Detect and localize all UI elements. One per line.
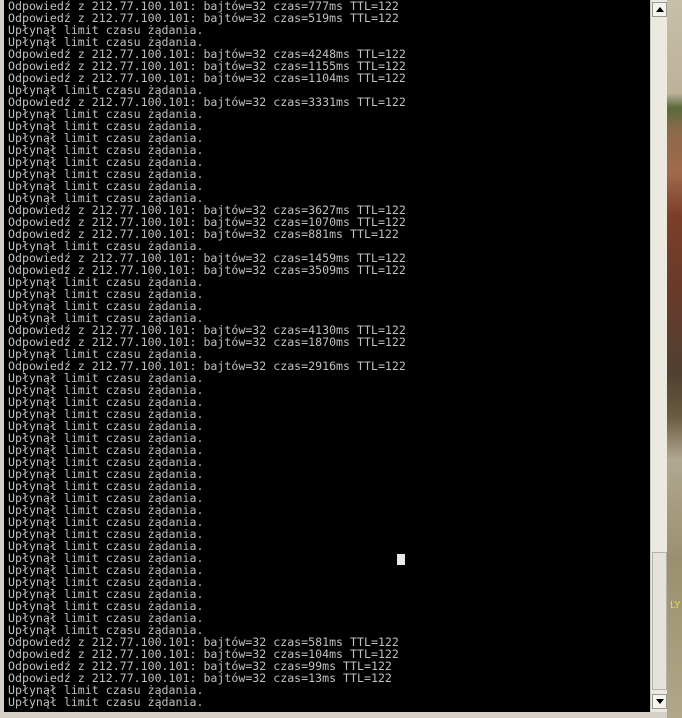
console-lines: Odpowiedź z 212.77.100.101: bajtów=32 cz… (4, 0, 650, 708)
text-cursor (397, 554, 405, 565)
arrow-down-icon (655, 699, 664, 704)
console-output[interactable]: Odpowiedź z 212.77.100.101: bajtów=32 cz… (4, 0, 650, 712)
console-line: Upłynął limit czasu żądania. (8, 695, 204, 709)
scroll-down-button[interactable] (652, 694, 667, 709)
scrollbar-thumb[interactable] (652, 552, 667, 690)
vertical-scrollbar[interactable] (650, 0, 668, 712)
desktop-edge-text: LY (670, 600, 681, 611)
command-prompt-window: Odpowiedź z 212.77.100.101: bajtów=32 cz… (0, 0, 682, 718)
window-bottom-border (0, 712, 682, 718)
arrow-up-icon (655, 7, 664, 12)
scroll-up-button[interactable] (652, 2, 667, 17)
